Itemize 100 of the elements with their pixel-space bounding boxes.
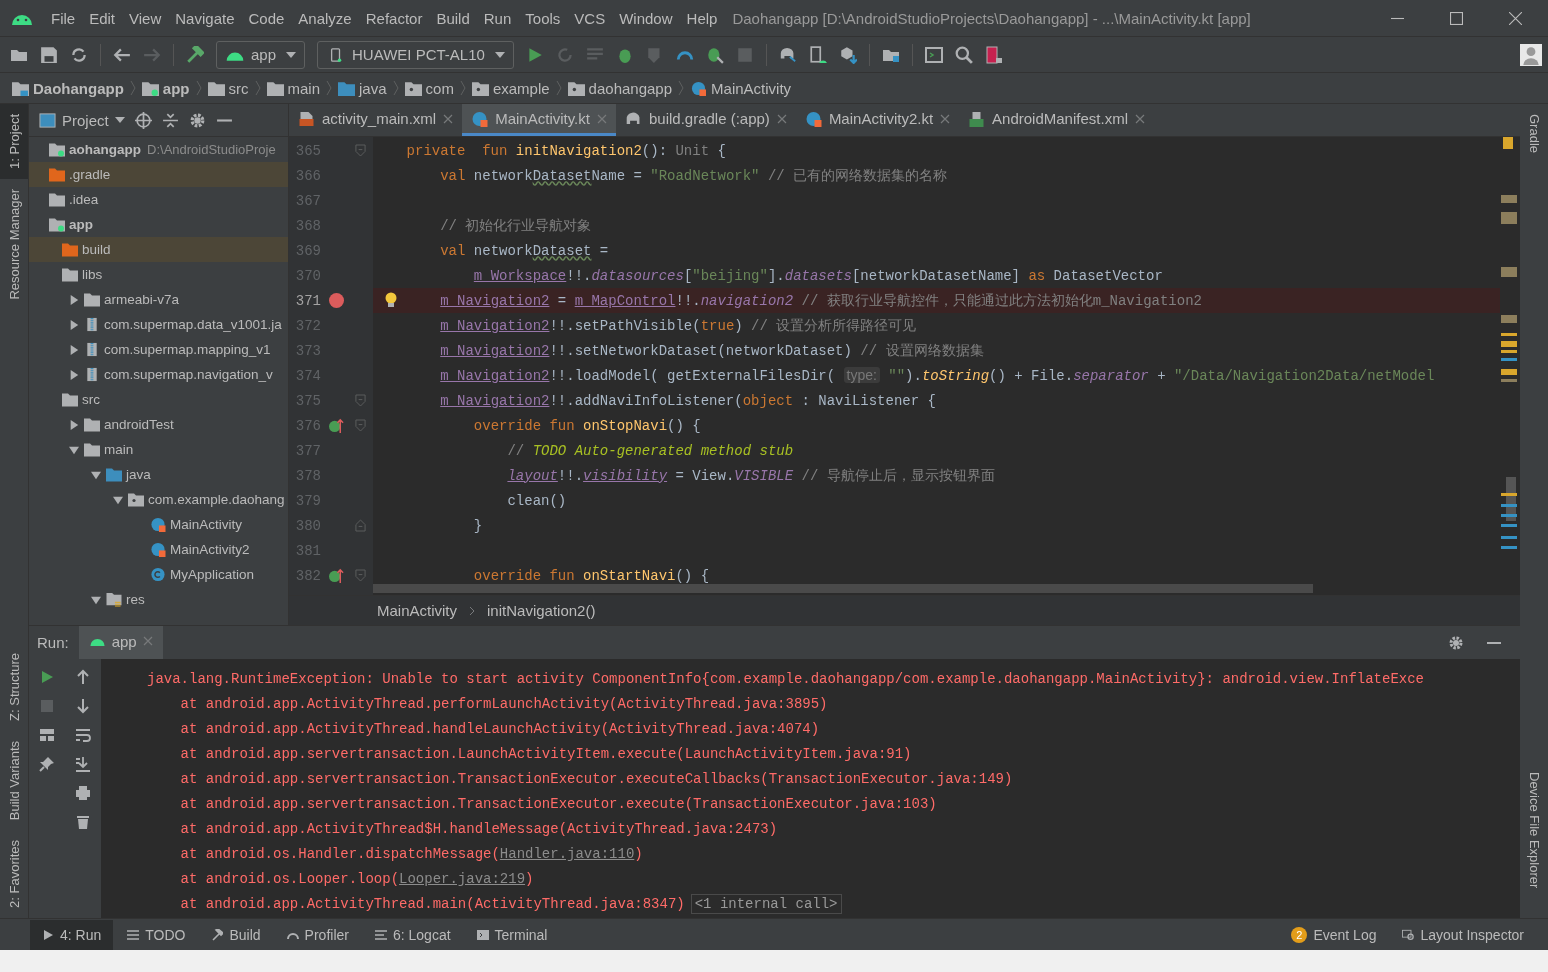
horizontal-scrollbar[interactable] [373, 584, 1313, 593]
tree-item[interactable]: com.example.daohang [148, 492, 285, 507]
collapsed-arrow-icon[interactable] [69, 344, 79, 355]
sdk-download-icon[interactable] [838, 45, 857, 64]
editor-tab[interactable]: MainActivity2.kt [795, 104, 960, 136]
panel-title[interactable]: Project [62, 111, 109, 129]
menu-item[interactable]: Edit [82, 9, 123, 27]
tree-item[interactable]: build [82, 242, 111, 257]
tool-window-tab[interactable]: Gradle [1520, 104, 1548, 164]
caret-icon[interactable] [114, 117, 125, 123]
menu-item[interactable]: Navigate [168, 9, 242, 27]
excluded-folder-row[interactable]: build [29, 237, 288, 262]
breadcrumb[interactable]: example [492, 79, 550, 97]
tree-item[interactable]: java [126, 467, 151, 482]
implements-icon[interactable] [328, 418, 344, 433]
menu-item[interactable]: Run [476, 9, 519, 27]
tool-window-tab[interactable]: Build Variants [0, 730, 28, 831]
run-icon[interactable] [39, 669, 55, 685]
tree-item[interactable]: com.supermap.data_v1001.ja [104, 317, 282, 332]
implements-icon[interactable] [328, 568, 344, 583]
close-icon[interactable] [443, 113, 454, 124]
bug-arrow-icon[interactable] [705, 45, 724, 64]
trash-icon[interactable] [75, 814, 91, 830]
collapsed-arrow-icon[interactable] [69, 419, 79, 430]
menu-item[interactable]: Tools [518, 9, 568, 27]
print-icon[interactable] [75, 785, 91, 801]
expanded-arrow-icon[interactable] [69, 444, 79, 455]
expanded-arrow-icon[interactable] [91, 469, 101, 480]
elephant-sync-icon[interactable] [778, 45, 797, 64]
down-arrow-icon[interactable] [75, 698, 91, 714]
tool-window-tab[interactable]: 2 Event Log [1279, 919, 1389, 950]
collapsed-arrow-icon[interactable] [69, 369, 79, 380]
sync-icon[interactable] [70, 45, 88, 64]
breadcrumb[interactable]: MainActivity [711, 79, 792, 97]
tool-window-tab[interactable]: 4: Run [30, 919, 114, 950]
editor-tab[interactable]: AndroidManifest.xml [959, 104, 1154, 136]
settings-icon[interactable] [1448, 634, 1464, 651]
tree-item[interactable]: libs [82, 267, 103, 282]
run-config-dropdown[interactable]: app [216, 40, 306, 69]
menu-item[interactable]: VCS [567, 9, 613, 27]
close-icon[interactable] [1134, 113, 1145, 124]
collapsed-arrow-icon[interactable] [69, 294, 79, 305]
soft-wrap-icon[interactable] [75, 727, 91, 743]
editor-tab[interactable]: activity_main.xml [289, 104, 463, 136]
menu-item[interactable]: Build [429, 9, 477, 27]
tree-item[interactable]: res [126, 592, 145, 607]
breadcrumb[interactable]: src [228, 79, 249, 97]
breadcrumb[interactable]: main [287, 79, 321, 97]
tree-item[interactable]: app [69, 217, 93, 232]
user-avatar-icon[interactable] [1520, 43, 1542, 66]
tool-window-tab[interactable]: 2: Favorites [0, 830, 28, 918]
tree-item[interactable]: com.supermap.mapping_v1 [104, 342, 271, 357]
tree-item[interactable]: MainActivity2 [170, 542, 250, 557]
menu-item[interactable]: Refactor [358, 9, 430, 27]
close-icon[interactable] [1509, 11, 1522, 25]
breadcrumb[interactable]: java [359, 79, 387, 97]
breadcrumb[interactable]: com [425, 79, 454, 97]
save-icon[interactable] [40, 45, 58, 64]
up-arrow-icon[interactable] [75, 669, 91, 685]
scroll-to-end-icon[interactable] [75, 756, 91, 772]
breadcrumb[interactable]: app [162, 79, 190, 97]
terminal-window-icon[interactable] [924, 45, 943, 64]
menu-item[interactable]: Code [241, 9, 292, 27]
tool-window-tab[interactable]: TODO [115, 919, 198, 950]
search-icon[interactable] [954, 45, 973, 64]
tool-window-tab[interactable]: Profiler [274, 919, 361, 950]
expanded-arrow-icon[interactable] [91, 594, 101, 605]
menu-item[interactable]: View [122, 9, 169, 27]
tree-item[interactable]: armeabi-v7a [104, 292, 180, 307]
close-icon[interactable] [776, 113, 787, 124]
tree-item[interactable]: MainActivity [170, 517, 242, 532]
menu-item[interactable]: Window [612, 9, 680, 27]
device-manager-icon[interactable] [808, 45, 827, 64]
tool-window-tab[interactable]: 1: Project [0, 104, 28, 179]
tool-window-tab[interactable]: Z: Structure [0, 642, 28, 731]
lightbulb-icon[interactable] [385, 292, 397, 308]
maximize-icon[interactable] [1450, 11, 1463, 25]
menu-item[interactable]: Analyze [291, 9, 359, 27]
tree-item[interactable]: aohangapp [69, 142, 141, 157]
expanded-arrow-icon[interactable] [113, 494, 123, 505]
phone-icon[interactable] [984, 45, 1003, 64]
tool-window-tab[interactable]: Resource Manager [0, 178, 28, 310]
breakpoint-icon[interactable] [328, 293, 344, 308]
breadcrumb[interactable]: daohangapp [588, 79, 673, 97]
layout-icon[interactable] [39, 727, 55, 743]
breadcrumb[interactable]: MainActivity [377, 602, 458, 619]
settings-icon[interactable] [188, 111, 206, 129]
pin-icon[interactable] [39, 756, 55, 772]
collapse-icon[interactable] [161, 111, 179, 129]
tool-window-tab[interactable]: Device File Explorer [1520, 761, 1548, 898]
close-icon[interactable] [940, 113, 951, 124]
breadcrumb[interactable]: Daohangapp [33, 79, 124, 97]
hammer-icon[interactable] [186, 45, 204, 64]
tool-window-tab[interactable]: 6: Logcat [362, 919, 463, 950]
editor-tab[interactable]: build.gradle (:app) [615, 104, 796, 136]
tree-item[interactable]: src [82, 392, 100, 407]
excluded-folder-row[interactable]: .gradle [29, 162, 288, 187]
tool-window-tab[interactable]: Build [199, 919, 273, 950]
tree-item[interactable]: .idea [69, 192, 99, 207]
breadcrumb[interactable]: initNavigation2() [487, 602, 596, 619]
